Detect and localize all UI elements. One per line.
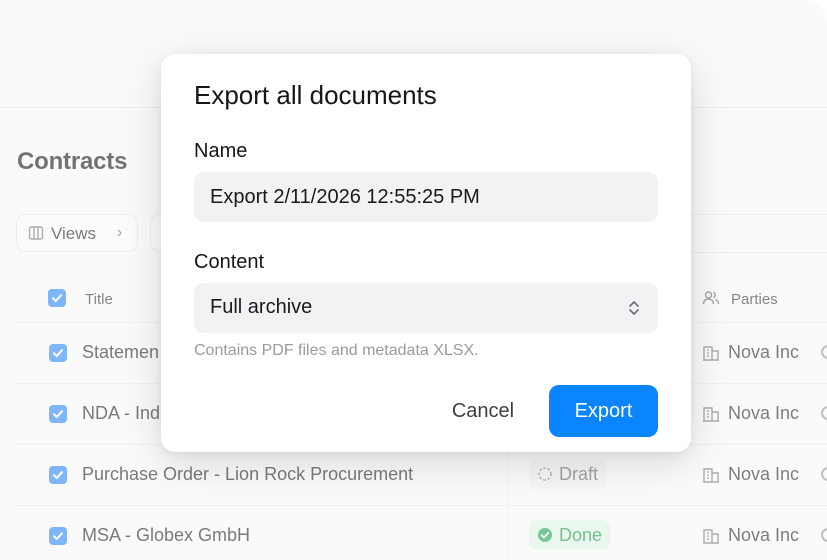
content-label: Content bbox=[194, 251, 265, 273]
content-help-text: Contains PDF files and metadata XLSX. bbox=[194, 342, 479, 359]
chevron-up-down-icon bbox=[629, 301, 639, 315]
content-select[interactable]: Full archive bbox=[194, 283, 658, 333]
export-dialog: Export all documents Name Content Full a… bbox=[161, 54, 691, 452]
name-label: Name bbox=[194, 140, 248, 162]
name-input[interactable] bbox=[194, 172, 658, 222]
export-button[interactable]: Export bbox=[549, 385, 658, 437]
cancel-button[interactable]: Cancel bbox=[435, 385, 531, 437]
dialog-title: Export all documents bbox=[194, 80, 437, 110]
content-select-value: Full archive bbox=[210, 296, 313, 318]
